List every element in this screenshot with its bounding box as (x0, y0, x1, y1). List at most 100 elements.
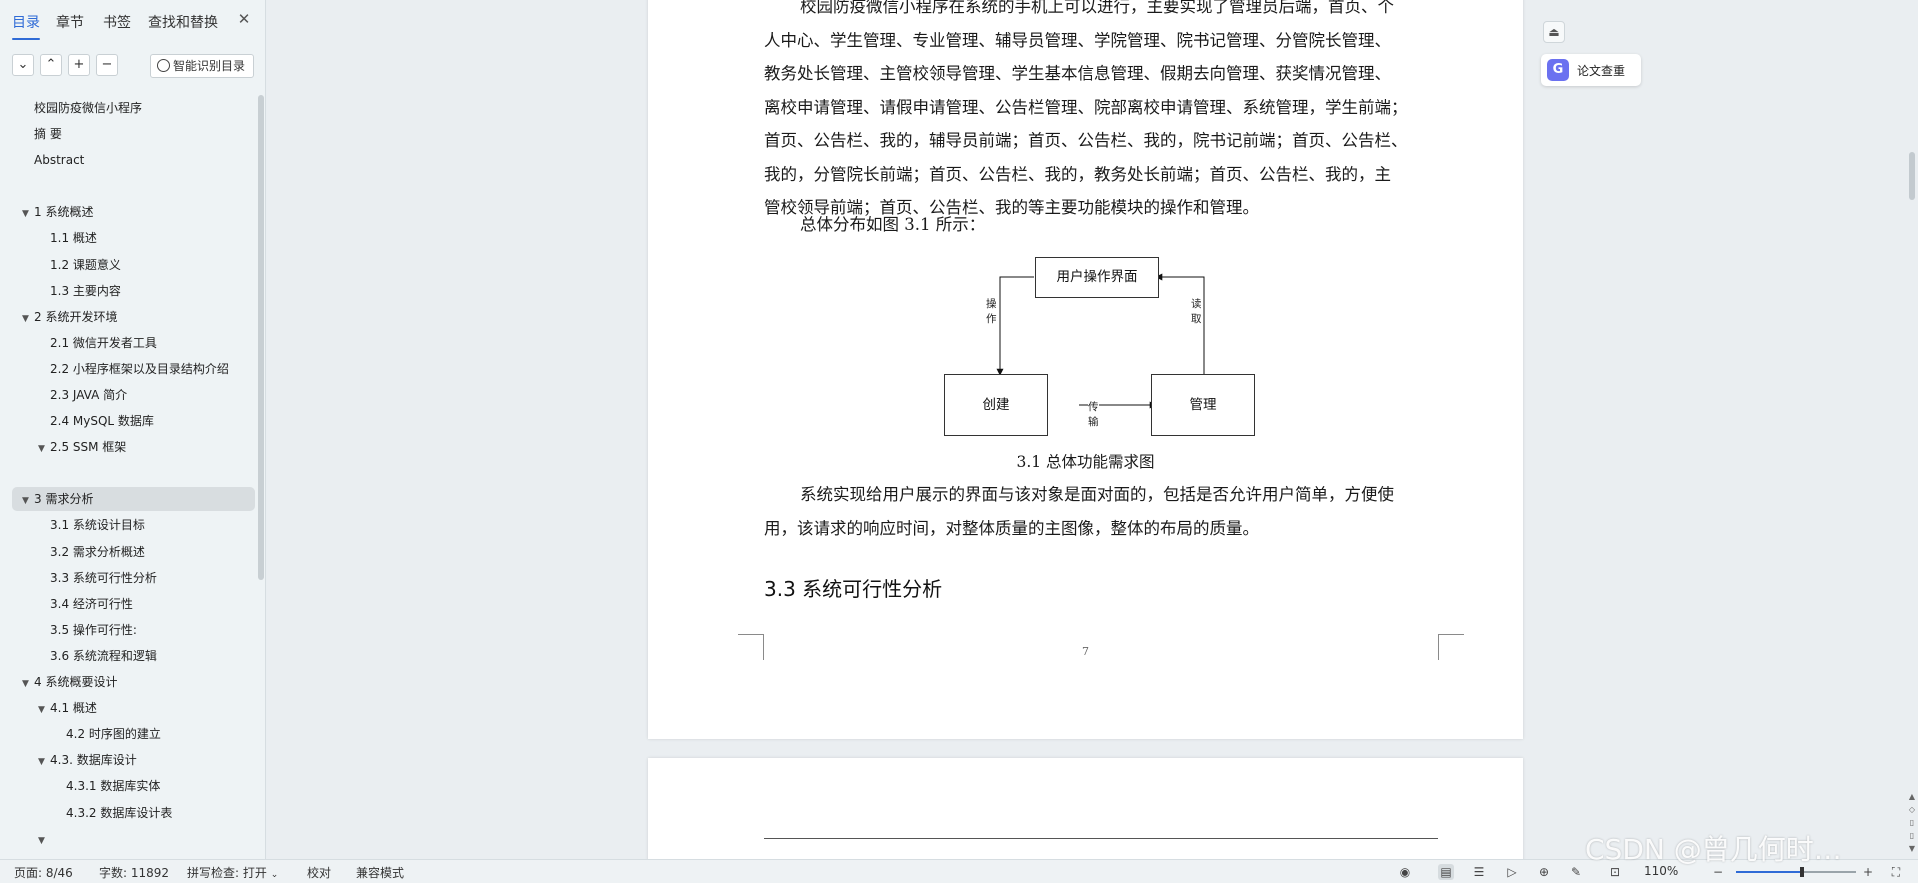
zoom-slider-fill (1736, 871, 1802, 873)
add-level-icon[interactable]: + (68, 54, 90, 76)
toc-item[interactable]: 3.1 系统设计目标 (38, 513, 145, 537)
toc-item-label: 3.6 系统流程和逻辑 (50, 648, 157, 663)
toc-item[interactable]: Abstract (22, 148, 84, 172)
proofread-button[interactable]: 校对 (307, 864, 331, 881)
toc-item-label: 2.4 MySQL 数据库 (50, 414, 154, 429)
expand-arrow-icon[interactable]: ▼ (22, 202, 34, 226)
status-bar: 页面: 8/46 字数: 11892 拼写检查: 打开 ⌄ 校对 兼容模式 ◉ … (0, 859, 1918, 883)
toc-item[interactable]: 2.1 微信开发者工具 (38, 331, 157, 355)
smart-toc-button[interactable]: 智能识别目录 (150, 54, 254, 78)
compat-mode: 兼容模式 (356, 866, 405, 880)
toc-item[interactable]: 1.2 课题意义 (38, 253, 121, 277)
web-view-icon[interactable]: ⊕ (1536, 864, 1552, 880)
tab-bookmarks[interactable]: 书签 (103, 12, 131, 32)
toc-item[interactable]: 3.3 系统可行性分析 (38, 566, 157, 590)
toc-item[interactable]: 4.3.2 数据库设计表 (54, 801, 172, 825)
toc-item[interactable]: ▼ (38, 827, 50, 851)
toc-item[interactable]: 1.1 概述 (38, 226, 97, 250)
expand-arrow-icon[interactable]: ▼ (22, 489, 34, 513)
outline-view-icon[interactable]: ☰ (1471, 864, 1487, 880)
expand-down-icon[interactable]: ⌄ (12, 54, 34, 76)
toc-item-label: 1.3 主要内容 (50, 283, 121, 298)
page-indicator[interactable]: 页面: 8/46 (14, 864, 73, 881)
toc-item[interactable]: 3.5 操作可行性: (38, 618, 137, 642)
tab-toc[interactable]: 目录 (12, 12, 40, 40)
toc-item[interactable]: 4.3.1 数据库实体 (54, 774, 160, 798)
toc-item[interactable]: 1.3 主要内容 (38, 279, 121, 303)
plagiarism-check-icon: G (1547, 59, 1569, 81)
toc-item[interactable]: ▼ 4.3. 数据库设计 (38, 748, 137, 772)
toc-item[interactable]: 4.2 时序图的建立 (54, 722, 161, 746)
scroll-nav-icons[interactable]: ▲ ◇ ▯ ▯ ▼ (1907, 790, 1917, 855)
toc-item-label: 1.1 概述 (50, 231, 97, 246)
zoom-slider-handle[interactable] (1800, 867, 1804, 877)
collapse-panel-icon[interactable]: ⏏ (1543, 21, 1565, 43)
chevron-down-icon: ⌄ (270, 870, 279, 880)
figure-caption: 3.1 总体功能需求图 (1016, 453, 1155, 471)
document-area: 校园防疫微信小程序在系统的手机上可以进行，主要实现了管理员后端，首页、个 人中心、… (267, 0, 1918, 859)
toc-item-label: 2.3 JAVA 简介 (50, 388, 128, 402)
edge-operate (996, 276, 1034, 376)
document-scrollbar[interactable] (1909, 152, 1915, 200)
diagram-connectors (996, 273, 1205, 409)
zoom-slider[interactable] (1736, 867, 1856, 877)
toc-item-label: 3.2 需求分析概述 (50, 544, 145, 559)
expand-arrow-icon[interactable]: ▼ (38, 698, 50, 722)
pen-icon[interactable]: ✎ (1568, 864, 1584, 880)
toc-item[interactable]: 3.2 需求分析概述 (38, 540, 145, 564)
play-icon[interactable]: ▷ (1504, 864, 1520, 880)
zoom-in-icon[interactable]: + (1860, 864, 1876, 880)
plagiarism-check-label: 论文查重 (1577, 64, 1626, 78)
smart-toc-label: 智能识别目录 (173, 59, 246, 73)
toc-item-label: 2.1 微信开发者工具 (50, 335, 157, 350)
toc-item[interactable]: 3.4 经济可行性 (38, 592, 133, 616)
remove-level-icon[interactable]: − (96, 54, 118, 76)
toc-item[interactable]: 2.4 MySQL 数据库 (38, 409, 154, 433)
paragraph-line: 用，该请求的响应时间，对整体质量的主图像，整体的布局的质量。 (764, 518, 1259, 538)
expand-arrow-icon[interactable]: ▼ (38, 750, 50, 774)
spell-check-toggle[interactable]: 拼写检查: 打开 ⌄ (187, 864, 278, 881)
toc-item-label: 摘 要 (34, 127, 62, 142)
sidebar-scrollbar[interactable] (258, 95, 264, 580)
toc-item[interactable]: ▼ 2.5 SSM 框架 (38, 435, 126, 459)
expand-arrow-icon[interactable]: ▼ (38, 829, 50, 853)
toc-item-label: 3 需求分析 (34, 492, 94, 507)
toc-item[interactable]: ▼ 4 系统概要设计 (22, 670, 117, 694)
expand-arrow-icon[interactable]: ▼ (38, 437, 50, 461)
fit-page-icon[interactable]: ⊡ (1607, 864, 1623, 880)
word-count[interactable]: 字数: 11892 (99, 864, 169, 881)
toc-item-label: 校园防疫微信小程序 (34, 101, 143, 115)
zoom-out-icon[interactable]: − (1710, 864, 1726, 880)
toc-item-label: 4 系统概要设计 (34, 675, 118, 689)
section-heading: 3.3 系统可行性分析 (764, 577, 943, 601)
tab-find-replace[interactable]: 查找和替换 (148, 12, 218, 32)
tab-chapters[interactable]: 章节 (56, 12, 84, 32)
collapse-up-icon[interactable]: ⌃ (40, 54, 62, 76)
page-view-icon[interactable]: ▤ (1438, 864, 1454, 880)
close-icon[interactable]: ✕ (235, 10, 253, 28)
node-manage: 管理 (1151, 374, 1255, 436)
toc-item-label: 3.5 操作可行性: (50, 622, 137, 637)
toc-item[interactable]: ▼ 2 系统开发环境 (22, 305, 117, 329)
toc-item-label: 4.3. 数据库设计 (50, 753, 137, 768)
toc-item-label: 4.3.2 数据库设计表 (66, 805, 173, 820)
document-page: 校园防疫微信小程序在系统的手机上可以进行，主要实现了管理员后端，首页、个 人中心、… (648, 0, 1523, 739)
document-page-next (648, 758, 1523, 859)
page-number: 7 (1082, 645, 1089, 658)
expand-arrow-icon[interactable]: ▼ (22, 307, 34, 331)
toc-item[interactable]: ▼ 3 需求分析 (12, 487, 255, 513)
toc-item[interactable]: 3.6 系统流程和逻辑 (38, 644, 157, 668)
toc-item-label: 2 系统开发环境 (34, 309, 118, 324)
zoom-level[interactable]: 110% (1644, 864, 1678, 878)
toc-item[interactable]: 2.2 小程序框架以及目录结构介绍 (38, 357, 229, 381)
toc-item[interactable]: ▼ 4.1 概述 (38, 696, 97, 720)
eye-icon[interactable]: ◉ (1397, 864, 1413, 880)
expand-arrow-icon[interactable]: ▼ (22, 672, 34, 696)
toc-item[interactable]: 2.3 JAVA 简介 (38, 383, 127, 407)
edge-label-transfer: 传输 (1088, 399, 1099, 429)
toc-item[interactable]: 摘 要 (22, 122, 62, 146)
plagiarism-check-button[interactable]: G 论文查重 (1541, 54, 1641, 86)
toc-item[interactable]: 校园防疫微信小程序 (22, 96, 142, 120)
toc-item[interactable]: ▼ 1 系统概述 (22, 200, 93, 224)
fullscreen-icon[interactable]: ⛶ (1888, 864, 1904, 880)
